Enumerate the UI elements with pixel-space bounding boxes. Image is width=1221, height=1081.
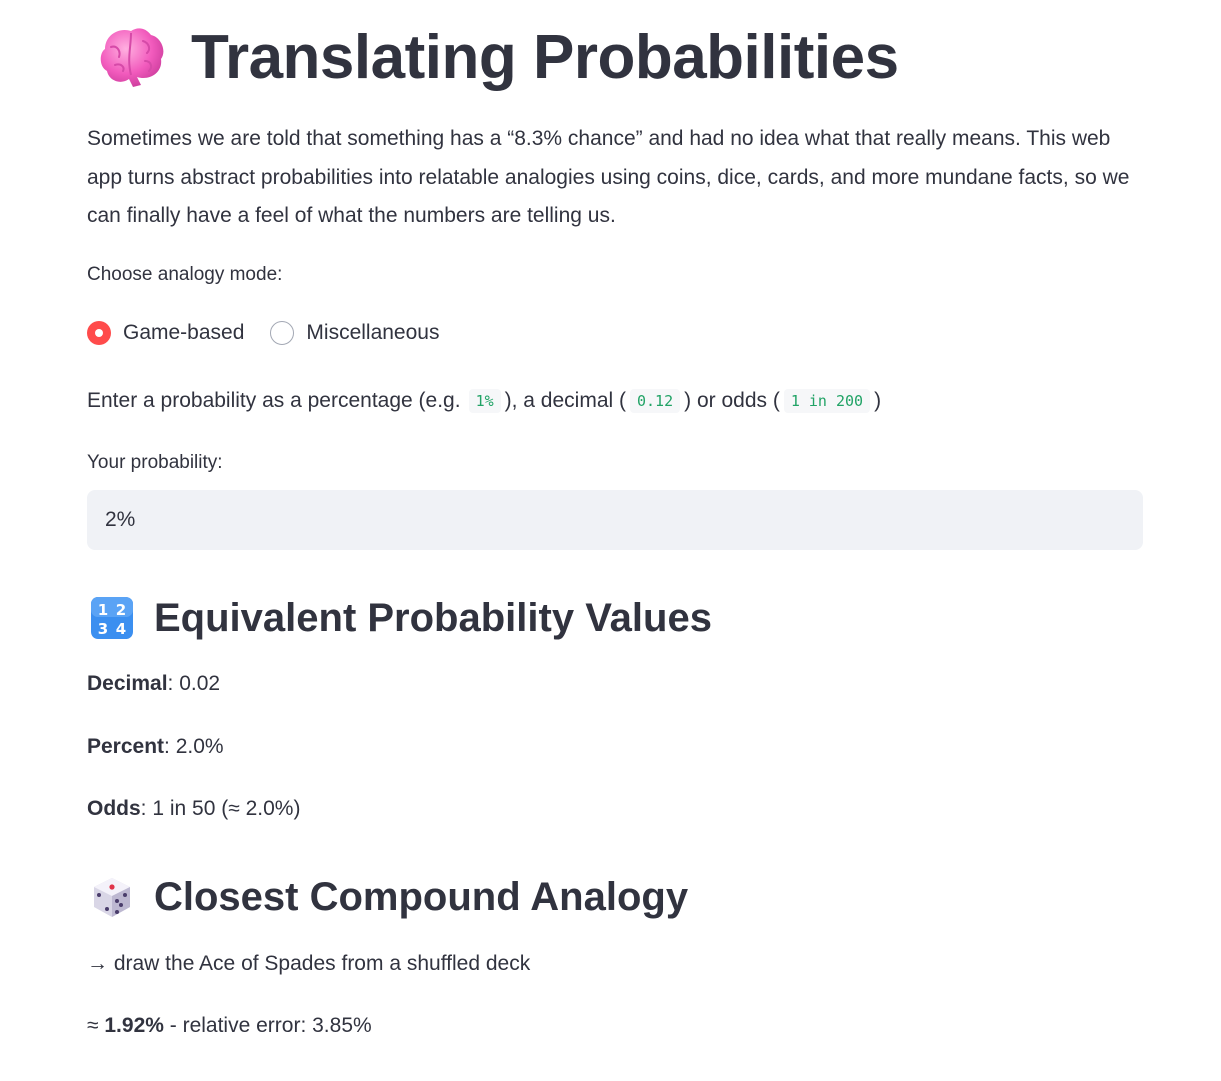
approx-value: 1.92% — [104, 1014, 164, 1037]
probability-input[interactable] — [87, 490, 1143, 550]
svg-text:4: 4 — [116, 620, 126, 638]
probability-instruction: Enter a probability as a percentage (e.g… — [87, 389, 881, 413]
svg-text:1: 1 — [98, 601, 108, 619]
decimal-value: : 0.02 — [167, 672, 221, 695]
relative-error-text: - relative error: 3.85% — [163, 1014, 372, 1037]
radio-option-miscellaneous[interactable]: Miscellaneous — [270, 321, 439, 345]
intro-paragraph: Sometimes we are told that something has… — [87, 127, 1130, 227]
die-icon — [90, 875, 134, 919]
analogy-text: → draw the Ace of Spades from a shuffled… — [87, 952, 531, 975]
radio-unchecked-icon[interactable] — [270, 321, 295, 345]
radio-label-game-based: Game-based — [123, 321, 245, 344]
compound-analogy-header: Closest Compound Analogy — [90, 873, 688, 921]
analogy-mode-label: Choose analogy mode: — [87, 264, 283, 285]
analogy-mode-radio-group: Game-based Miscellaneous — [87, 318, 465, 348]
odds-row: Odds: 1 in 50 (≈ 2.0%) — [87, 797, 300, 821]
odds-label: Odds — [87, 797, 141, 820]
equivalent-values-title: Equivalent Probability Values — [154, 595, 712, 640]
percent-row: Percent: 2.0% — [87, 735, 224, 759]
decimal-label: Decimal — [87, 672, 168, 695]
example-percent-code: 1% — [468, 389, 501, 413]
equivalent-values-header: 1 2 3 4 Equivalent Probability Values — [90, 594, 712, 642]
example-decimal-code: 0.12 — [630, 389, 681, 413]
svg-text:3: 3 — [98, 620, 108, 638]
numbers-1234-icon: 1 2 3 4 — [90, 596, 134, 640]
radio-label-miscellaneous: Miscellaneous — [306, 321, 440, 344]
instruction-mid2: ) or odds ( — [684, 389, 780, 412]
percent-value: : 2.0% — [164, 735, 224, 758]
radio-checked-icon[interactable] — [87, 321, 111, 345]
example-odds-code: 1 in 200 — [783, 389, 871, 413]
page-title: Translating Probabilities — [191, 22, 899, 92]
svg-text:2: 2 — [116, 601, 126, 619]
instruction-suffix: ) — [874, 389, 882, 412]
approximation-row: ≈ 1.92% - relative error: 3.85% — [87, 1014, 372, 1038]
probability-input-label: Your probability: — [87, 452, 223, 473]
decimal-row: Decimal: 0.02 — [87, 672, 220, 696]
page-header: Translating Probabilities — [97, 22, 899, 92]
radio-option-game-based[interactable]: Game-based — [87, 321, 244, 345]
approx-prefix: ≈ — [87, 1014, 105, 1037]
compound-analogy-title: Closest Compound Analogy — [154, 874, 689, 919]
instruction-mid1: ), a decimal ( — [504, 389, 626, 412]
instruction-prefix: Enter a probability as a percentage (e.g… — [87, 389, 461, 412]
brain-icon — [97, 25, 167, 89]
odds-value: : 1 in 50 (≈ 2.0%) — [140, 797, 301, 820]
percent-label: Percent — [87, 735, 165, 758]
